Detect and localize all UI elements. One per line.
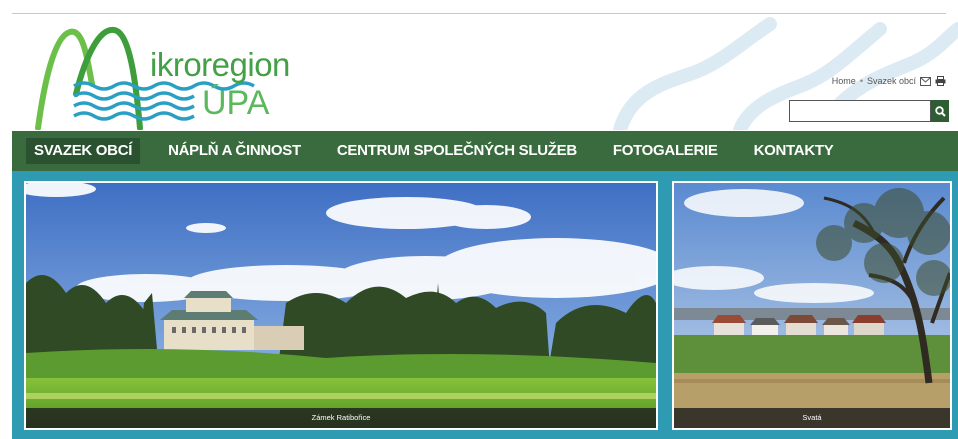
breadcrumb: Home • Svazek obcí [832, 76, 946, 86]
photo-caption: Svatá [674, 408, 950, 428]
nav-item-fotogalerie[interactable]: FOTOGALERIE [605, 138, 726, 164]
breadcrumb-separator: • [859, 76, 863, 86]
breadcrumb-home-link[interactable]: Home [832, 76, 856, 86]
chateau-landscape-image [26, 183, 656, 428]
photo-caption: Zámek Ratibořice [26, 408, 656, 428]
nav-item-kontakty[interactable]: KONTAKTY [746, 138, 842, 164]
gallery-photo-chateau[interactable]: Zámek Ratibořice [24, 181, 658, 430]
nav-item-napln-a-cinnost[interactable]: NÁPLŇ A ČINNOST [160, 138, 309, 164]
search-icon [934, 105, 946, 117]
header: ikroregion ÚPA Home • Svazek obcí [0, 14, 958, 130]
logo-word-2: ÚPA [202, 84, 270, 122]
logo-word-1: ikroregion [150, 46, 290, 83]
mail-icon[interactable] [920, 76, 931, 86]
village-landscape-image [674, 183, 950, 428]
gallery-photo-village[interactable]: Svatá [672, 181, 952, 430]
breadcrumb-current: Svazek obcí [866, 76, 916, 86]
search-input[interactable] [789, 100, 931, 122]
main-nav: SVAZEK OBCÍ NÁPLŇ A ČINNOST CENTRUM SPOL… [12, 131, 958, 171]
print-icon[interactable] [935, 76, 946, 86]
nav-item-svazek-obci[interactable]: SVAZEK OBCÍ [26, 138, 141, 164]
nav-item-centrum-spolecnych-sluzeb[interactable]: CENTRUM SPOLEČNÝCH SLUŽEB [329, 138, 585, 164]
logo[interactable]: ikroregion ÚPA [30, 24, 290, 130]
gallery-band: Zámek Ratibořice Svatá [12, 171, 958, 439]
search-button[interactable] [931, 100, 949, 122]
search-form [789, 100, 949, 122]
